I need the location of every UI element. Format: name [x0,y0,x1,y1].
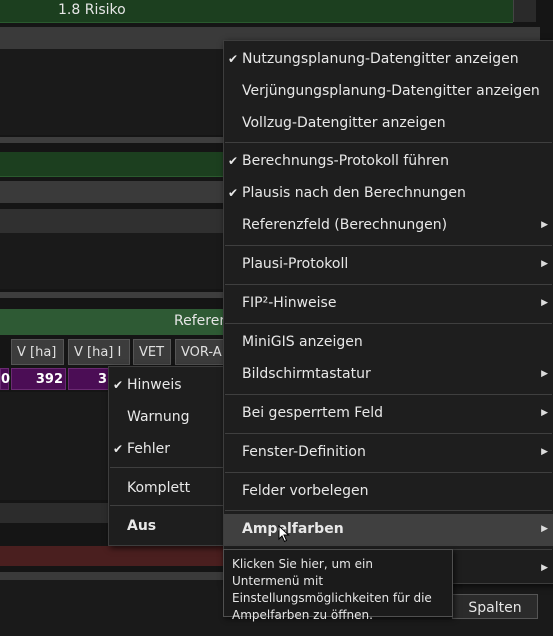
spalten-button[interactable]: Spalten [452,594,538,619]
grid-header-v-ha-i[interactable]: V [ha] I [68,339,130,365]
menu-item-label: Verjüngungsplanung-Datengitter anzeigen [242,83,540,99]
tooltip-text: Klicken Sie hier, um ein Untermenü mit E… [232,557,432,622]
menu-separator [225,142,552,143]
check-icon: ✔ [113,378,124,392]
menu-separator [225,510,552,511]
menu-item-label: Plausi-Protokoll [242,256,349,272]
menu-item-label: Nutzungsplanung-Datengitter anzeigen [242,51,519,67]
mouse-cursor-icon [278,525,290,543]
submenu-item-label: Aus [127,518,157,534]
spalten-button-label: Spalten [468,600,522,616]
menu-item-label: Bei gesperrtem Feld [242,405,383,421]
menu-item-label: Referenzfeld (Berechnungen) [242,217,448,233]
submenu-arrow-icon: ▶ [541,259,548,269]
grid-header-label: VOR-A [181,345,222,360]
menu-item-label: Bildschirmtastatur [242,366,371,382]
submenu-item-label: Hinweis [127,377,182,393]
plausi-level-submenu: ✔ Hinweis Warnung ✔ Fehler Komplett Aus [108,366,232,546]
options-context-menu: ✔ Nutzungsplanung-Datengitter anzeigen V… [223,40,553,584]
grid-cell[interactable]: 0 [0,368,11,390]
grid-cell[interactable]: 3 [68,368,110,390]
menu-separator [225,284,552,285]
right-scrollbar-top[interactable] [513,0,536,22]
menu-item-ampelfarben[interactable]: Ampelfarben ▶ [224,514,553,546]
menu-item-label: Vollzug-Datengitter anzeigen [242,115,446,131]
reference-section-label: Referer [174,313,226,329]
submenu-item-label: Fehler [127,441,171,457]
menu-separator [225,433,552,434]
menu-item-label: Berechnungs-Protokoll führen [242,153,449,169]
grid-header-label: VET [139,345,165,360]
grid-cell-value: 392 [35,372,63,387]
grid-header-v-ha[interactable]: V [ha] [11,339,64,365]
menu-item-label: Plausis nach den Berechnungen [242,185,466,201]
risk-header-label: 1.8 Risiko [58,2,126,18]
submenu-arrow-icon: ▶ [541,408,548,418]
grid-cell-value: 0 [1,372,11,387]
submenu-item-label: Warnung [127,409,190,425]
grid-header-label: V [ha] I [74,345,122,360]
submenu-separator [110,467,230,468]
submenu-arrow-icon: ▶ [541,369,548,379]
menu-item-label: Felder vorbelegen [242,483,369,499]
submenu-separator [110,505,230,506]
submenu-item-label: Komplett [127,480,191,496]
menu-separator [225,394,552,395]
menu-item-label: Ampelfarben [242,521,344,537]
check-icon: ✔ [228,154,239,168]
menu-separator [225,245,552,246]
menu-separator [225,472,552,473]
grid-header-label: V [ha] [17,345,57,360]
submenu-arrow-icon: ▶ [541,524,548,534]
grid-header-vet[interactable]: VET [133,339,171,365]
menu-item-label: MiniGIS anzeigen [242,334,363,350]
ampelfarben-tooltip: Klicken Sie hier, um ein Untermenü mit E… [223,549,453,622]
grid-cell[interactable]: 392 [11,368,66,390]
risk-header-bar[interactable]: 1.8 Risiko [0,0,513,23]
submenu-arrow-icon: ▶ [541,447,548,457]
check-icon: ✔ [113,442,124,456]
grid-cell-value: 3 [97,372,107,387]
submenu-arrow-icon: ▶ [541,563,548,573]
submenu-arrow-icon: ▶ [541,298,548,308]
menu-item-label: FIP²-Hinweise [242,295,337,311]
submenu-arrow-icon: ▶ [541,220,548,230]
check-icon: ✔ [228,186,239,200]
menu-separator [225,323,552,324]
check-icon: ✔ [228,52,239,66]
menu-item-label: Fenster-Definition [242,444,366,460]
